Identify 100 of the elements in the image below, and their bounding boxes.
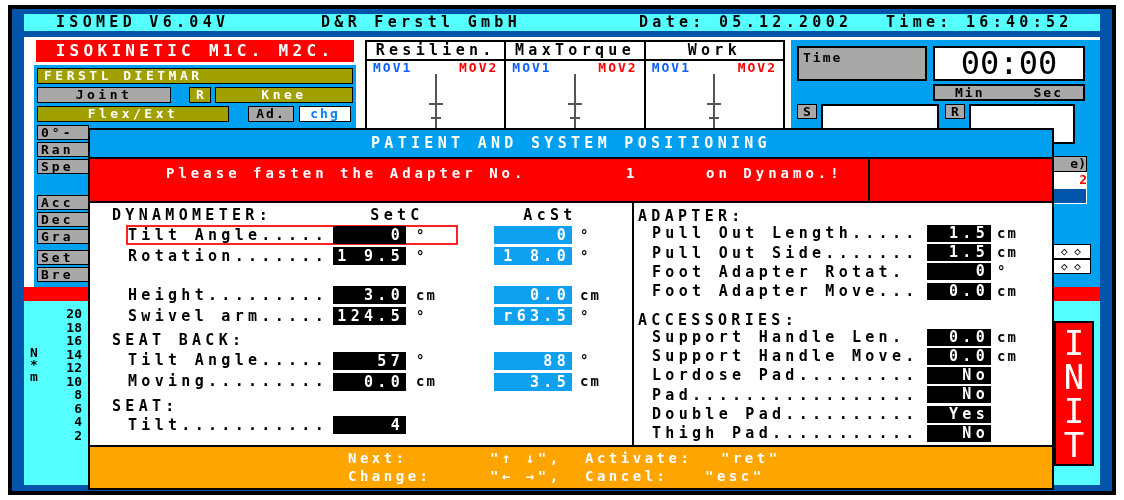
joint-name: Knee <box>215 87 353 103</box>
unit-label: cm <box>580 372 601 391</box>
axis-tick: 12 <box>66 361 82 375</box>
message-text: on Dynamo.! <box>706 164 843 183</box>
setting-label: Tilt Angle..... <box>128 224 329 246</box>
actual-value: 88 <box>494 351 572 370</box>
section-heading: SEAT: <box>112 395 180 417</box>
change-button[interactable]: chg <box>299 106 351 122</box>
unit-label: ° <box>416 306 427 326</box>
actual-value: 0.0 <box>494 286 572 304</box>
parameter-label: Ran <box>37 142 89 157</box>
setting-value: 0.0 <box>927 328 991 346</box>
series-label: MOV1 <box>373 61 413 74</box>
section-heading: SEAT BACK: <box>112 330 247 351</box>
setting-label: Pull Out Length..... <box>652 223 920 245</box>
actual-value: 0 <box>494 226 572 244</box>
setting-row[interactable]: Tilt........... 4 <box>126 415 458 435</box>
setting-value: 0.0 <box>927 282 991 300</box>
axis-tick: 20 <box>66 307 82 321</box>
setpoint-value: 57 <box>333 351 406 370</box>
unit-label: Min <box>955 86 985 99</box>
program-version: ISOMED V6.04V <box>56 12 231 34</box>
series-label: MOV2 <box>598 61 638 74</box>
unit-label: ° <box>416 246 427 266</box>
setting-row[interactable]: Moving......... 0.0 cm <box>126 371 458 392</box>
actual-value: 3.5 <box>494 372 572 391</box>
section-heading: ACCESSORIES: <box>638 309 799 328</box>
date-text: Date: 05.12.2002 <box>639 12 854 34</box>
setting-label: Thigh Pad........... <box>652 423 920 445</box>
setting-label: Foot Adapter Rotat. <box>652 261 907 283</box>
axis-tick: 10 <box>66 374 82 388</box>
setpoint-value: 124.5 <box>333 307 406 325</box>
setpoint-value: 0.0 <box>333 372 406 391</box>
setting-row[interactable]: Tilt Angle..... 57 ° <box>126 350 458 371</box>
key-help-label: Next: <box>348 449 409 467</box>
key-help-label: Change: <box>348 467 433 485</box>
section-heading: ADAPTER: <box>638 206 746 224</box>
unit-label: cm <box>997 327 1018 347</box>
setting-label: Tilt Angle..... <box>128 350 329 372</box>
unit-label: cm <box>416 285 437 305</box>
setting-label: Swivel arm..... <box>128 305 329 327</box>
unit-label: cm <box>416 372 437 391</box>
message-text: Please fasten the Adapter No. <box>166 164 528 183</box>
dialog-title: PATIENT AND SYSTEM POSITIONING <box>90 130 1052 157</box>
setting-value: 0 <box>927 263 991 281</box>
setting-label: Height......... <box>128 284 329 306</box>
unit-label: cm <box>580 285 601 305</box>
setpoint-value: 0 <box>333 226 406 244</box>
unit-label: ° <box>997 262 1008 282</box>
setting-row[interactable]: Height......... 3.0 cm <box>126 285 458 305</box>
side-indicator: R <box>189 87 211 103</box>
setting-label: Lordose Pad......... <box>652 365 920 387</box>
actual-value: 1 8.0 <box>494 247 572 265</box>
series-label: MOV2 <box>459 61 499 74</box>
parameter-label: Acc <box>37 195 89 210</box>
parameter-label: Bre <box>37 267 89 282</box>
parameter-label: Gra <box>37 229 89 244</box>
time-label: Time <box>797 46 927 81</box>
adapter-number: 1 <box>626 164 640 183</box>
selected-row[interactable]: Tilt Angle..... 0 ° <box>126 225 458 245</box>
axis-unit: N*m <box>30 347 39 386</box>
setting-value: 1.5 <box>927 225 991 243</box>
setting-row[interactable]: Swivel arm..... 124.5 ° <box>126 306 458 326</box>
series-label: MOV1 <box>512 61 552 74</box>
parameter-label: Set <box>37 250 89 265</box>
unit-label: cm <box>997 347 1018 367</box>
setting-label: Support Handle Len. <box>652 327 907 349</box>
timer-display: 00:00 <box>933 46 1085 81</box>
patient-name: FERSTL DIETMAR <box>37 68 353 84</box>
key-help-keys: "← →", <box>490 467 585 485</box>
axis-tick: 18 <box>66 320 82 334</box>
time-text: Time: 16:40:52 <box>886 12 1073 34</box>
unit-label: ° <box>580 351 591 370</box>
key-help-keys: "↑ ↓", <box>490 449 585 467</box>
motion-name: Flex/Ext <box>37 106 229 122</box>
axis-tick: 14 <box>66 347 82 361</box>
range-label: S <box>797 104 817 119</box>
init-button[interactable]: INIT <box>1054 321 1094 466</box>
setting-row[interactable]: Rotation....... 1 9.5 ° <box>126 246 458 266</box>
unit-label: cm <box>997 281 1018 301</box>
unit-label: ° <box>580 225 591 245</box>
parameter-label: Dec <box>37 212 89 227</box>
unit-label: ° <box>416 225 427 245</box>
setting-label: Foot Adapter Move... <box>652 280 920 302</box>
unit-label: cm <box>997 243 1018 263</box>
key-help-label: Activate: <box>585 449 694 467</box>
axis-tick: 6 <box>74 401 82 415</box>
setting-value: No <box>927 367 991 385</box>
setting-value: Yes <box>927 405 991 423</box>
unit-label: ° <box>580 246 591 266</box>
section-heading: DYNAMOMETER: <box>112 204 273 226</box>
setting-value: No <box>927 424 991 442</box>
setpoint-value: 4 <box>333 416 406 435</box>
column-heading: SetC <box>369 204 425 226</box>
graph-title: Resilien. <box>367 42 505 61</box>
setting-value: No <box>927 386 991 404</box>
setting-label: Double Pad.......... <box>652 403 920 425</box>
graph-title: MaxTorque <box>506 42 644 61</box>
actual-value: r63.5 <box>494 307 572 325</box>
unit-label: Sec <box>1033 86 1063 99</box>
